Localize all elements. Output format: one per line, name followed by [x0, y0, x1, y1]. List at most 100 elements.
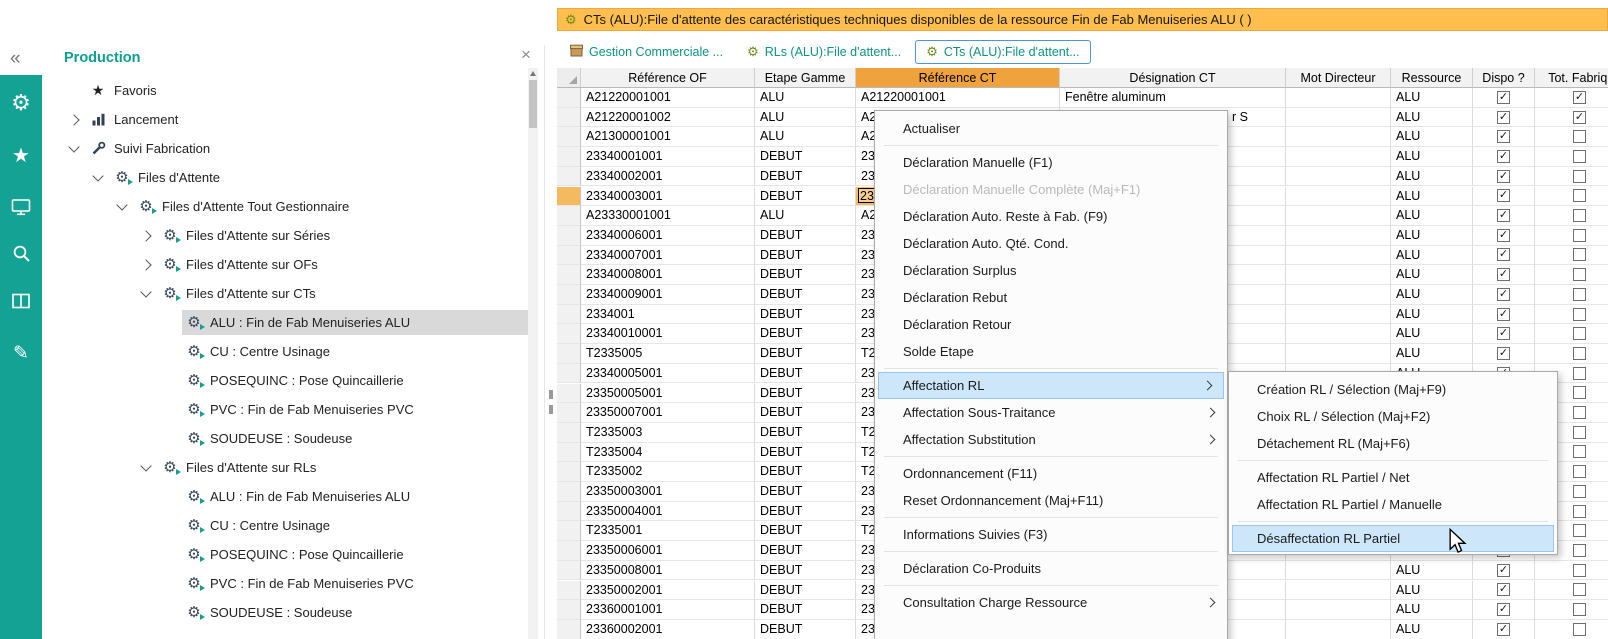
- chevron-slot[interactable]: [110, 204, 134, 209]
- cell-etape[interactable]: DEBUT: [755, 265, 856, 285]
- cell-res[interactable]: ALU: [1391, 206, 1473, 226]
- chevron-slot[interactable]: [134, 291, 158, 296]
- tree-scrollbar[interactable]: [528, 68, 538, 639]
- cell-res[interactable]: ALU: [1391, 246, 1473, 266]
- menu-item[interactable]: Déclaration Retour: [875, 311, 1227, 338]
- cell-res[interactable]: ALU: [1391, 108, 1473, 128]
- cell-mot[interactable]: [1286, 206, 1391, 226]
- column-header-ct[interactable]: Référence CT: [856, 68, 1060, 88]
- row-header[interactable]: [557, 521, 581, 541]
- cell-etape[interactable]: DEBUT: [755, 324, 856, 344]
- cell-etape[interactable]: DEBUT: [755, 423, 856, 443]
- tot-checkbox[interactable]: [1573, 485, 1586, 498]
- cell-mot[interactable]: [1286, 226, 1391, 246]
- menu-item[interactable]: Ordonnancement (F11): [875, 460, 1227, 487]
- tree-item[interactable]: ⚙POSEQUINC : Pose Quincaillerie: [42, 540, 528, 569]
- tree-item[interactable]: ⚙Files d'Attente Tout Gestionnaire: [42, 192, 528, 221]
- cell-mot[interactable]: [1286, 600, 1391, 620]
- menu-item[interactable]: Actualiser: [875, 115, 1227, 142]
- tree-item-body[interactable]: ⚙PVC : Fin de Fab Menuiseries PVC: [182, 571, 528, 596]
- cell-of[interactable]: 23340009001: [581, 285, 755, 305]
- tot-checkbox[interactable]: [1573, 406, 1586, 419]
- cell-etape[interactable]: DEBUT: [755, 521, 856, 541]
- favorites-icon[interactable]: ★: [0, 137, 42, 173]
- dispo-checkbox[interactable]: ✓: [1497, 248, 1510, 261]
- row-header[interactable]: [557, 581, 581, 601]
- cell-of[interactable]: 23350004001: [581, 502, 755, 522]
- chevron-right-icon[interactable]: [68, 114, 79, 125]
- row-header[interactable]: [557, 127, 581, 147]
- cell-etape[interactable]: DEBUT: [755, 482, 856, 502]
- dispo-checkbox[interactable]: ✓: [1497, 308, 1510, 321]
- cell-of[interactable]: 23340001001: [581, 147, 755, 167]
- cell-of[interactable]: 23350002001: [581, 581, 755, 601]
- tab-gestion-commerciale[interactable]: Gestion Commerciale ...: [560, 40, 733, 64]
- menu-item[interactable]: Déclaration Surplus: [875, 257, 1227, 284]
- row-header[interactable]: [557, 600, 581, 620]
- cell-mot[interactable]: [1286, 265, 1391, 285]
- tree-item-body[interactable]: ⚙POSEQUINC : Pose Quincaillerie: [182, 542, 528, 567]
- cell-of[interactable]: 23350006001: [581, 541, 755, 561]
- tree-item-body[interactable]: Suivi Fabrication: [86, 136, 528, 161]
- desktop-icon[interactable]: [0, 189, 42, 225]
- tot-checkbox[interactable]: [1573, 327, 1586, 340]
- tree-item[interactable]: ⚙PVC : Fin de Fab Menuiseries PVC: [42, 395, 528, 424]
- tot-checkbox[interactable]: [1573, 465, 1586, 478]
- row-header[interactable]: [557, 88, 581, 108]
- tree-item[interactable]: ⚙ALU : Fin de Fab Menuiseries ALU: [42, 308, 528, 337]
- cell-mot[interactable]: [1286, 147, 1391, 167]
- dispo-checkbox[interactable]: ✓: [1497, 229, 1510, 242]
- cell-res[interactable]: ALU: [1391, 147, 1473, 167]
- cell-mot[interactable]: [1286, 167, 1391, 187]
- cell-res[interactable]: ALU: [1391, 88, 1473, 108]
- cell-etape[interactable]: DEBUT: [755, 462, 856, 482]
- cell-of[interactable]: 23340005001: [581, 364, 755, 384]
- row-header[interactable]: [557, 246, 581, 266]
- tot-checkbox[interactable]: [1573, 229, 1586, 242]
- tree-item-body[interactable]: ⚙Files d'Attente sur RLs: [158, 455, 528, 480]
- tree-item-body[interactable]: ★Favoris: [86, 78, 528, 103]
- tot-checkbox[interactable]: [1573, 268, 1586, 281]
- signature-icon[interactable]: ✎: [0, 335, 42, 371]
- modules-icon[interactable]: ⚙: [0, 85, 42, 121]
- tree-item-body[interactable]: ⚙Files d'Attente sur OFs: [158, 252, 528, 277]
- dispo-checkbox[interactable]: ✓: [1497, 564, 1510, 577]
- submenu-item[interactable]: Affectation RL Partiel / Manuelle: [1229, 491, 1557, 518]
- tot-checkbox[interactable]: ✓: [1573, 91, 1586, 104]
- dispo-checkbox[interactable]: ✓: [1497, 268, 1510, 281]
- tree-item[interactable]: ⚙Files d'Attente sur OFs: [42, 250, 528, 279]
- columns-icon[interactable]: [0, 283, 42, 319]
- cell-etape[interactable]: DEBUT: [755, 167, 856, 187]
- dispo-checkbox[interactable]: ✓: [1497, 583, 1510, 596]
- cell-etape[interactable]: DEBUT: [755, 147, 856, 167]
- cell-res[interactable]: ALU: [1391, 305, 1473, 325]
- menu-item[interactable]: Affectation RL: [878, 372, 1224, 399]
- tab-rls-file-attente[interactable]: ⚙RLs (ALU):File d'attent...: [737, 40, 911, 64]
- cell-of[interactable]: 2334001: [581, 305, 755, 325]
- tree-item[interactable]: ⚙CU : Centre Usinage: [42, 337, 528, 366]
- tree-item[interactable]: ⚙Files d'Attente sur CTs: [42, 279, 528, 308]
- chevron-slot[interactable]: [134, 465, 158, 470]
- cell-of[interactable]: T2335003: [581, 423, 755, 443]
- cell-mot[interactable]: [1286, 344, 1391, 364]
- tree-item[interactable]: ⚙Files d'Attente sur Séries: [42, 221, 528, 250]
- sidebar-collapse-icon[interactable]: «: [10, 48, 21, 70]
- chevron-slot[interactable]: [62, 146, 86, 151]
- tree-item-body[interactable]: ⚙Files d'Attente: [110, 165, 528, 190]
- row-header[interactable]: [557, 443, 581, 463]
- cell-etape[interactable]: DEBUT: [755, 384, 856, 404]
- menu-item[interactable]: Affectation Substitution: [875, 426, 1227, 453]
- menu-item[interactable]: Déclaration Manuelle (F1): [875, 149, 1227, 176]
- sidebar-close-icon[interactable]: ×: [521, 45, 531, 65]
- column-header-dispo[interactable]: Dispo ?: [1473, 68, 1535, 88]
- cell-etape[interactable]: ALU: [755, 88, 856, 108]
- splitter-handle[interactable]: [549, 390, 553, 399]
- cell-mot[interactable]: [1286, 246, 1391, 266]
- tot-checkbox[interactable]: [1573, 130, 1586, 143]
- cell-etape[interactable]: DEBUT: [755, 600, 856, 620]
- tree-item-body[interactable]: ⚙CU : Centre Usinage: [182, 513, 528, 538]
- tree-item[interactable]: Lancement: [42, 105, 528, 134]
- cell-res[interactable]: ALU: [1391, 285, 1473, 305]
- tot-checkbox[interactable]: [1573, 209, 1586, 222]
- cell-mot[interactable]: [1286, 581, 1391, 601]
